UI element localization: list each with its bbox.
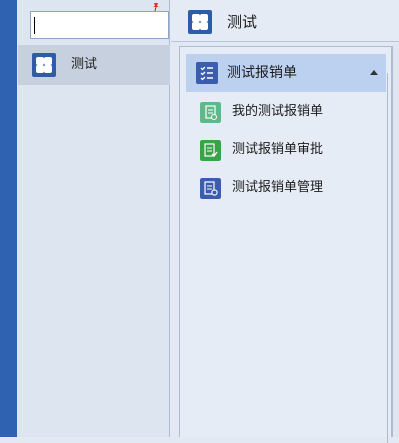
page-title: 测试 [227,13,258,31]
menu-item-label: 我的测试报销单 [232,104,324,119]
approval-document-icon [200,140,221,161]
menu-panel: 测试报销单 我的测试报销单 测试报销单审批 测试报销单管理 [179,46,392,443]
checklist-icon [196,62,218,84]
page-header: 测试 [171,0,399,42]
document-icon [200,102,221,123]
menu-item-reimbursement-approval[interactable]: 测试报销单审批 [200,138,380,164]
pin-icon[interactable] [152,3,160,11]
sidebar-item-test[interactable]: 测试 [18,45,170,85]
menu-group-label: 测试报销单 [227,65,297,81]
menu-item-my-reimbursement[interactable]: 我的测试报销单 [200,100,380,126]
menu-item-label: 测试报销单审批 [232,142,324,157]
search-input[interactable] [30,11,169,39]
vertical-scrollbar[interactable] [392,46,399,437]
menu-group-header[interactable]: 测试报销单 [186,54,386,92]
tile-grid-icon [188,10,212,34]
tile-grid-icon [32,53,56,77]
left-accent-strip [0,0,17,437]
module-sidebar: 测试 [17,0,170,437]
menu-item-label: 测试报销单管理 [232,180,324,195]
manage-document-icon [200,178,221,199]
text-caret [34,17,35,34]
menu-item-reimbursement-management[interactable]: 测试报销单管理 [200,176,380,202]
collapse-arrow-icon[interactable] [370,70,378,75]
sidebar-item-label: 测试 [71,57,98,72]
